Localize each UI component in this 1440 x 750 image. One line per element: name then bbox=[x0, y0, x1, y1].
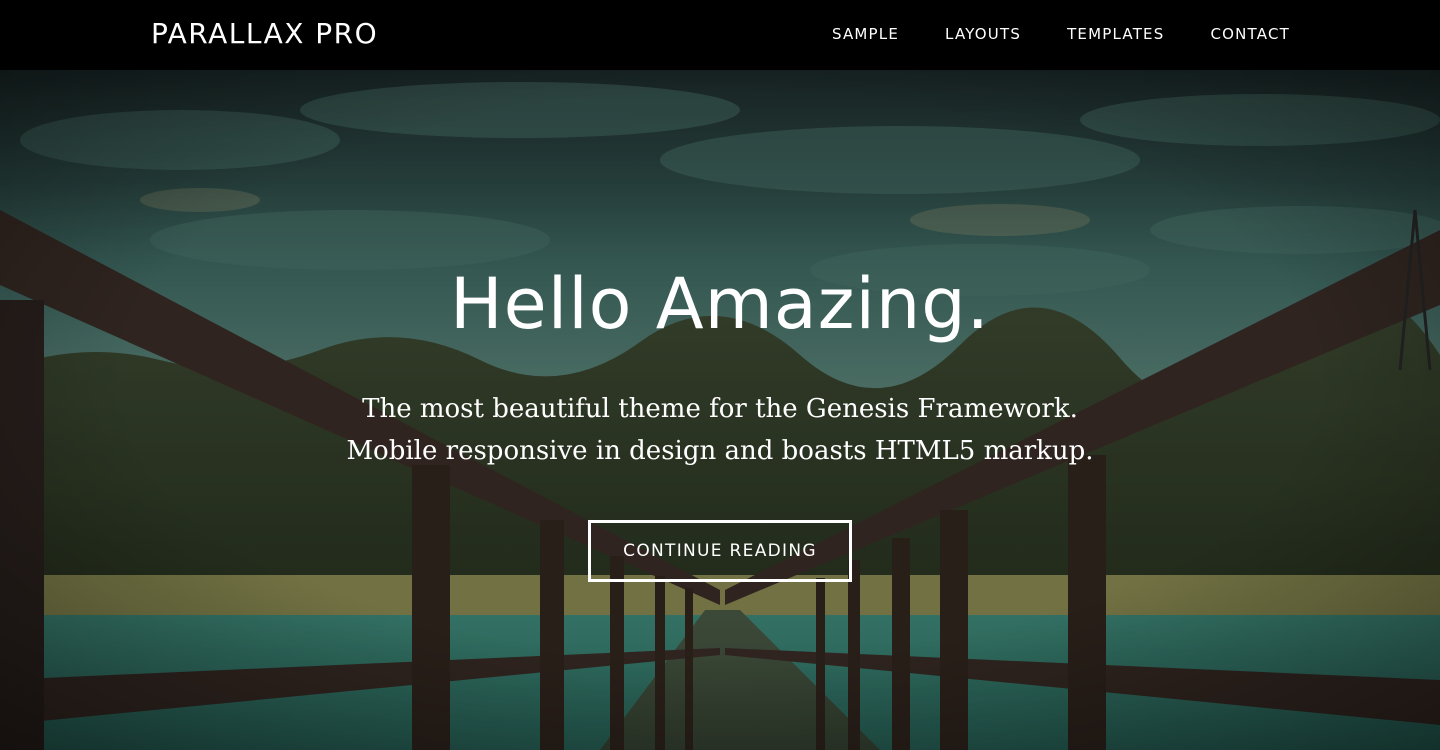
primary-nav: SAMPLE LAYOUTS TEMPLATES CONTACT bbox=[832, 24, 1290, 44]
hero-description: The most beautiful theme for the Genesis… bbox=[0, 388, 1440, 472]
site-header: PARALLAX PRO SAMPLE LAYOUTS TEMPLATES CO… bbox=[0, 0, 1440, 70]
nav-item-sample[interactable]: SAMPLE bbox=[832, 24, 899, 44]
hero-description-line-1: The most beautiful theme for the Genesis… bbox=[362, 394, 1078, 424]
site-title-link[interactable]: PARALLAX PRO bbox=[151, 16, 378, 52]
hero-description-line-2: Mobile responsive in design and boasts H… bbox=[346, 436, 1094, 466]
nav-item-templates[interactable]: TEMPLATES bbox=[1067, 24, 1164, 44]
continue-reading-button[interactable]: CONTINUE READING bbox=[588, 520, 852, 582]
hero-section: Hello Amazing. The most beautiful theme … bbox=[0, 70, 1440, 750]
nav-item-layouts[interactable]: LAYOUTS bbox=[945, 24, 1021, 44]
hero-title: Hello Amazing. bbox=[450, 263, 990, 345]
nav-item-contact[interactable]: CONTACT bbox=[1210, 24, 1290, 44]
